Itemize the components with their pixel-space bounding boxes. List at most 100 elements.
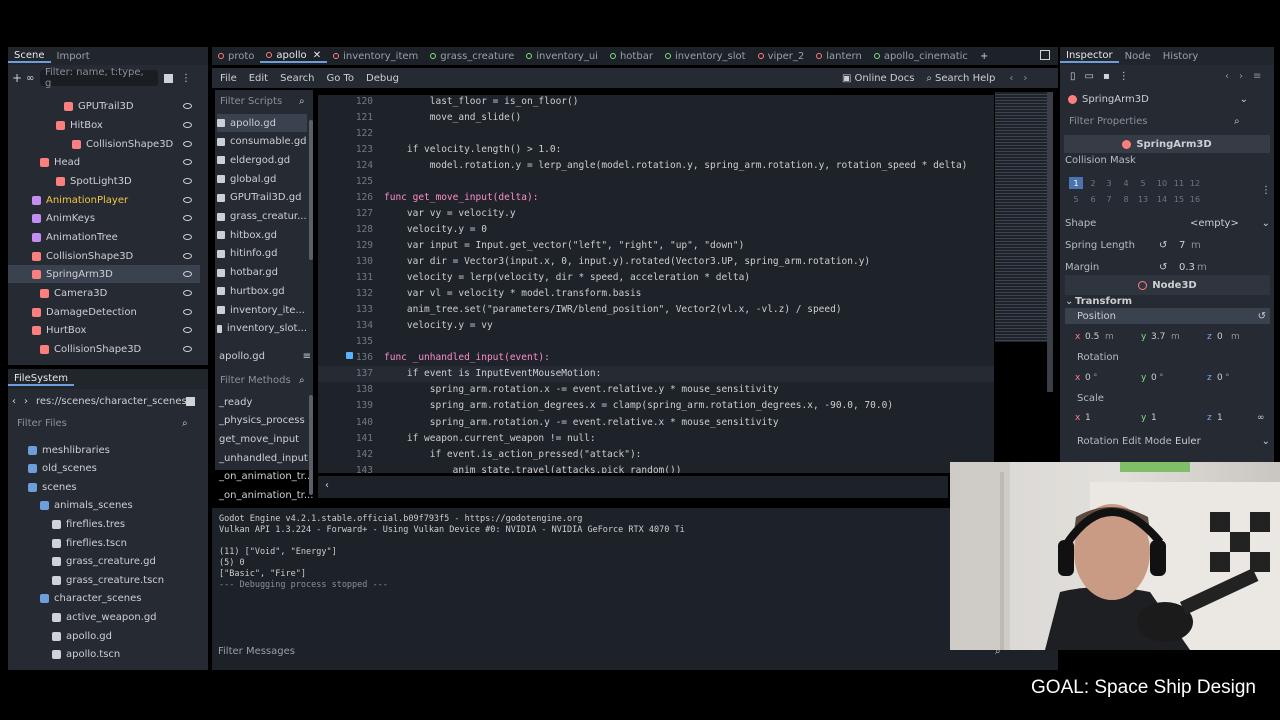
collision-layer-bit[interactable]: 12 xyxy=(1188,177,1202,189)
method-item[interactable]: _ready xyxy=(219,393,309,411)
chevron-down-icon[interactable]: ⌄ xyxy=(1240,94,1248,105)
script-item[interactable]: eldergod.gd xyxy=(217,151,307,169)
collision-layer-bit[interactable]: 14 xyxy=(1155,193,1169,205)
visibility-icon[interactable] xyxy=(183,253,192,259)
visibility-icon[interactable] xyxy=(183,215,192,221)
collision-layer-bit[interactable]: 10 xyxy=(1155,177,1169,189)
scene-node[interactable]: AnimKeys xyxy=(8,209,200,227)
revert-icon[interactable]: ↺ xyxy=(1159,240,1179,251)
code-line[interactable]: 128 velocity.y = 0 xyxy=(318,221,994,237)
code-line[interactable]: 138 spring_arm.rotation.x -= event.relat… xyxy=(318,382,994,398)
scene-node[interactable]: AnimationPlayer xyxy=(8,191,200,209)
visibility-icon[interactable] xyxy=(183,103,192,109)
scene-node[interactable]: HurtBox xyxy=(8,321,200,339)
code-line[interactable]: 126 func get_move_input(delta): xyxy=(318,189,994,205)
back-icon[interactable]: ‹ xyxy=(12,396,24,407)
file-item[interactable]: apollo.tscn xyxy=(8,646,200,664)
link-icon[interactable]: ∞ xyxy=(1257,413,1265,423)
scene-filter-input[interactable]: Filter: name, t:type, g xyxy=(40,67,158,89)
visibility-icon[interactable] xyxy=(183,234,192,240)
code-line[interactable]: 121 move_and_slide() xyxy=(318,109,994,125)
code-line[interactable]: 132 var vl = velocity * model.transform.… xyxy=(318,286,994,302)
editor-tab[interactable]: viper_2 xyxy=(752,51,811,62)
method-item[interactable]: _on_animation_tr... xyxy=(219,487,313,505)
folder-item[interactable]: animals_scenes xyxy=(8,497,200,515)
method-item[interactable]: get_move_input xyxy=(219,430,309,448)
collision-layer-bit[interactable]: 5 xyxy=(1136,177,1150,189)
position-z[interactable]: 0 xyxy=(1217,332,1231,342)
menu-item[interactable]: Go To xyxy=(326,73,354,84)
path-field[interactable]: res://scenes/character_scenes/a xyxy=(36,396,186,407)
collision-layer-bit[interactable]: 7 xyxy=(1102,193,1116,205)
rotation-y[interactable]: 0 xyxy=(1151,373,1159,383)
visibility-icon[interactable] xyxy=(183,197,192,203)
add-tab-icon[interactable]: + xyxy=(980,51,988,62)
visibility-icon[interactable] xyxy=(183,346,192,352)
code-line[interactable]: 127 var vy = velocity.y xyxy=(318,205,994,221)
position-x[interactable]: 0.5 xyxy=(1085,332,1105,342)
filter-methods-input[interactable]: Filter Methods xyxy=(217,372,299,388)
history-forward-icon[interactable]: › xyxy=(1239,71,1243,82)
history-back-icon[interactable]: ‹ xyxy=(1225,71,1229,82)
minimap[interactable] xyxy=(995,92,1047,342)
editor-tab[interactable]: apollo_cinematic xyxy=(868,51,974,62)
editor-tab[interactable]: hotbar xyxy=(604,51,659,62)
visibility-icon[interactable] xyxy=(183,159,192,165)
next-script-icon[interactable]: › xyxy=(1023,73,1027,84)
revert-icon[interactable]: ↺ xyxy=(1159,262,1179,273)
rotation-edit-mode-value[interactable]: Euler xyxy=(1175,436,1201,447)
scene-node[interactable]: CollisionShape3D xyxy=(8,135,200,153)
add-node-icon[interactable]: + xyxy=(12,71,26,85)
visibility-icon[interactable] xyxy=(183,178,192,184)
code-line[interactable]: 136 func _unhandled_input(event): xyxy=(318,350,994,366)
menu-dots-icon[interactable]: ⋮ xyxy=(181,73,191,84)
scene-node[interactable]: CollisionShape3D xyxy=(8,247,200,265)
method-item[interactable]: _unhandled_input xyxy=(219,449,309,467)
folder-item[interactable]: character_scenes xyxy=(8,590,200,608)
script-item[interactable]: inventory_slot... xyxy=(217,320,307,338)
code-line[interactable]: 124 model.rotation.y = lerp_angle(model.… xyxy=(318,157,994,173)
file-item[interactable]: grass_creature.tscn xyxy=(8,571,200,589)
scale-y[interactable]: 1 xyxy=(1151,413,1207,423)
script-item[interactable]: grass_creatur... xyxy=(217,208,307,226)
more-icon[interactable]: ⋮ xyxy=(1261,185,1271,196)
filter-messages-input[interactable]: Filter Messages xyxy=(218,646,295,657)
tab-filesystem[interactable]: FileSystem xyxy=(8,373,75,386)
file-item[interactable]: active_weapon.gd xyxy=(8,608,200,626)
inspector-node-name[interactable]: SpringArm3D xyxy=(1082,94,1149,105)
script-item[interactable]: global.gd xyxy=(217,170,307,188)
link-icon[interactable]: ∞ xyxy=(26,73,40,84)
toggle-view-icon[interactable] xyxy=(186,396,195,406)
visibility-icon[interactable] xyxy=(183,327,192,333)
scene-node[interactable]: SpringArm3D xyxy=(8,265,200,283)
scene-node[interactable]: Camera3D xyxy=(8,284,200,302)
filesystem-filter-input[interactable]: Filter Files xyxy=(12,415,182,431)
more-icon[interactable]: ⋮ xyxy=(1119,71,1129,82)
code-line[interactable]: 139 spring_arm.rotation_degrees.x = clam… xyxy=(318,398,994,414)
visibility-icon[interactable] xyxy=(183,122,192,128)
tab-inspector[interactable]: Inspector xyxy=(1060,50,1119,63)
code-line[interactable]: 130 var dir = Vector3(input.x, 0, input.… xyxy=(318,254,994,270)
editor-tab[interactable]: apollo ✕ xyxy=(260,50,328,63)
filter-properties-input[interactable]: Filter Properties xyxy=(1064,113,1234,129)
object-history-icon[interactable]: ≡ xyxy=(1253,71,1261,82)
collision-layer-bit[interactable]: 8 xyxy=(1119,193,1133,205)
script-item[interactable]: hurtbox.gd xyxy=(217,282,307,300)
spring-length-value[interactable]: 7 xyxy=(1179,240,1191,251)
script-list-scrollbar[interactable] xyxy=(309,120,313,260)
collision-layer-bit[interactable]: 6 xyxy=(1086,193,1100,205)
scene-node[interactable]: GPUTrail3D xyxy=(8,97,200,115)
script-item[interactable]: GPUTrail3D.gd xyxy=(217,189,307,207)
script-item[interactable]: hotbar.gd xyxy=(217,264,307,282)
collision-layer-bit[interactable]: 4 xyxy=(1119,177,1133,189)
collision-layer-bit[interactable]: 13 xyxy=(1136,193,1150,205)
filter-options-icon[interactable] xyxy=(164,73,173,83)
collision-layer-bit[interactable]: 11 xyxy=(1172,177,1186,189)
distraction-free-icon[interactable] xyxy=(1040,50,1050,60)
scale-x[interactable]: 1 xyxy=(1085,413,1141,423)
code-editor[interactable]: 120 last_floor = is_on_floor() 121 move_a… xyxy=(318,95,994,473)
scene-node[interactable]: HitBox xyxy=(8,116,200,134)
close-icon[interactable]: ✕ xyxy=(313,50,321,61)
script-item[interactable]: inventory_ite... xyxy=(217,301,307,319)
file-item[interactable]: grass_creature.gd xyxy=(8,553,200,571)
